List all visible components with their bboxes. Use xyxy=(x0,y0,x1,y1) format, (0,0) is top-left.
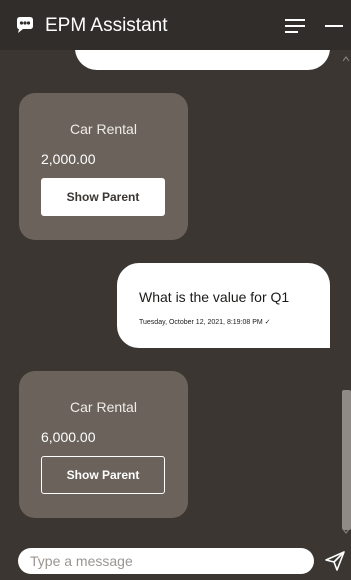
minimize-icon[interactable] xyxy=(325,17,345,35)
hamburger-menu-icon[interactable] xyxy=(285,17,307,35)
conversation-area: Car Rental 2,000.00 Show Parent What is … xyxy=(0,50,341,540)
card-value: 6,000.00 xyxy=(41,429,96,445)
card-value: 2,000.00 xyxy=(41,151,96,167)
chat-window: EPM Assistant Car Rental 2,000.00 Show P… xyxy=(0,0,351,580)
scroll-up-arrow-icon[interactable] xyxy=(343,56,349,62)
message-timestamp: Tuesday, October 12, 2021, 8:19:08 PM ✓ xyxy=(139,319,271,326)
show-parent-button[interactable]: Show Parent xyxy=(41,456,165,494)
card-title: Car Rental xyxy=(70,121,137,137)
scroll-down-arrow-icon[interactable] xyxy=(343,528,349,534)
scrollbar-thumb[interactable] xyxy=(342,390,351,530)
message-input[interactable] xyxy=(18,548,314,574)
chat-bubble-icon xyxy=(17,17,33,33)
message-composer xyxy=(0,540,351,580)
show-parent-button[interactable]: Show Parent xyxy=(41,178,165,216)
card-title: Car Rental xyxy=(70,399,137,415)
send-icon[interactable] xyxy=(324,550,346,572)
response-card-1: Car Rental 2,000.00 Show Parent xyxy=(19,93,188,240)
app-title: EPM Assistant xyxy=(45,15,168,36)
header-bar: EPM Assistant xyxy=(0,0,351,50)
chat-scrollbar[interactable] xyxy=(341,50,351,540)
previous-user-bubble xyxy=(75,50,330,70)
user-message-bubble: What is the value for Q1 Tuesday, Octobe… xyxy=(117,263,330,348)
user-message-text: What is the value for Q1 xyxy=(139,289,290,305)
response-card-2: Car Rental 6,000.00 Show Parent xyxy=(19,371,188,518)
